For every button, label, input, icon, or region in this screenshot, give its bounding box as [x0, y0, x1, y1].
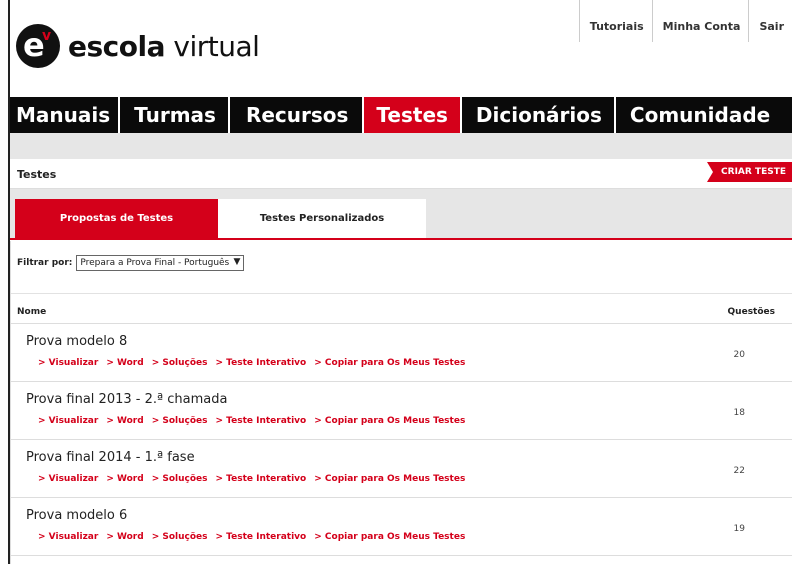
link-solucoes[interactable]: > Soluções [152, 532, 208, 542]
test-name: Prova final 2014 - 1.ª fase [26, 450, 195, 465]
column-header-nome: Nome [17, 307, 47, 317]
grey-strip-2 [10, 189, 792, 199]
grey-strip [10, 133, 792, 159]
toplink-tutoriais[interactable]: Tutoriais [578, 0, 652, 42]
link-visualizar[interactable]: > Visualizar [38, 416, 98, 426]
filter-select[interactable]: Prepara a Prova Final - Português ▼ [76, 255, 245, 271]
tab-propostas-de-testes[interactable]: Propostas de Testes [15, 199, 218, 238]
test-name: Prova modelo 8 [26, 334, 128, 349]
test-row: Prova modelo 8 > Visualizar > Word > Sol… [11, 324, 792, 382]
test-actions: > Visualizar > Word > Soluções > Teste I… [38, 474, 465, 484]
link-visualizar[interactable]: > Visualizar [38, 532, 98, 542]
test-list: Prova modelo 8 > Visualizar > Word > Sol… [11, 324, 792, 556]
logo-text: escola virtual [68, 29, 260, 63]
link-copiar[interactable]: > Copiar para Os Meus Testes [314, 474, 465, 484]
toplink-sair[interactable]: Sair [748, 0, 792, 42]
question-count: 19 [733, 524, 745, 534]
link-solucoes[interactable]: > Soluções [152, 474, 208, 484]
test-name: Prova final 2013 - 2.ª chamada [26, 392, 228, 407]
nav-item-testes[interactable]: Testes [364, 97, 462, 133]
link-teste-interativo[interactable]: > Teste Interativo [216, 532, 307, 542]
logo-badge-icon: e v [16, 24, 60, 68]
test-row: Prova modelo 6 > Visualizar > Word > Sol… [11, 498, 792, 556]
nav-item-recursos[interactable]: Recursos [230, 97, 365, 133]
question-count: 22 [733, 466, 745, 476]
toplink-minha-conta[interactable]: Minha Conta [651, 0, 749, 42]
nav-item-dicionarios[interactable]: Dicionários [462, 97, 616, 133]
question-count: 18 [733, 408, 745, 418]
filter-label: Filtrar por: [17, 258, 73, 268]
link-visualizar[interactable]: > Visualizar [38, 358, 98, 368]
site-header: e v escola virtual Tutoriais Minha Conta… [10, 0, 792, 95]
chevron-down-icon: ▼ [231, 257, 241, 267]
test-name: Prova modelo 6 [26, 508, 128, 523]
link-teste-interativo[interactable]: > Teste Interativo [216, 474, 307, 484]
link-copiar[interactable]: > Copiar para Os Meus Testes [314, 358, 465, 368]
link-word[interactable]: > Word [106, 416, 143, 426]
link-teste-interativo[interactable]: > Teste Interativo [216, 416, 307, 426]
tab-testes-personalizados[interactable]: Testes Personalizados [218, 199, 426, 238]
page-header: Testes CRIAR TESTE [10, 159, 792, 189]
link-word[interactable]: > Word [106, 532, 143, 542]
link-word[interactable]: > Word [106, 474, 143, 484]
test-actions: > Visualizar > Word > Soluções > Teste I… [38, 532, 465, 542]
filter-selected-value: Prepara a Prova Final - Português [80, 258, 230, 268]
link-teste-interativo[interactable]: > Teste Interativo [216, 358, 307, 368]
list-header: Nome Questões [11, 293, 792, 324]
escola-virtual-logo[interactable]: e v escola virtual [16, 24, 260, 68]
link-word[interactable]: > Word [106, 358, 143, 368]
nav-item-manuais[interactable]: Manuais [10, 97, 121, 133]
tabs-bar: Propostas de Testes Testes Personalizado… [10, 199, 792, 240]
filter-bar: Filtrar por: Prepara a Prova Final - Por… [17, 255, 245, 271]
test-actions: > Visualizar > Word > Soluções > Teste I… [38, 358, 465, 368]
nav-item-comunidade[interactable]: Comunidade [616, 97, 778, 133]
link-copiar[interactable]: > Copiar para Os Meus Testes [314, 532, 465, 542]
question-count: 20 [733, 350, 745, 360]
link-visualizar[interactable]: > Visualizar [38, 474, 98, 484]
link-copiar[interactable]: > Copiar para Os Meus Testes [314, 416, 465, 426]
nav-item-turmas[interactable]: Turmas [120, 97, 230, 133]
test-actions: > Visualizar > Word > Soluções > Teste I… [38, 416, 465, 426]
page-title: Testes [17, 168, 57, 181]
main-nav: Manuais Turmas Recursos Testes Dicionári… [10, 97, 792, 133]
link-solucoes[interactable]: > Soluções [152, 416, 208, 426]
test-row: Prova final 2014 - 1.ª fase > Visualizar… [11, 440, 792, 498]
content-panel: Filtrar por: Prepara a Prova Final - Por… [10, 241, 792, 564]
link-solucoes[interactable]: > Soluções [152, 358, 208, 368]
top-links: Tutoriais Minha Conta Sair [578, 0, 792, 42]
create-test-button[interactable]: CRIAR TESTE [707, 162, 792, 182]
column-header-questoes: Questões [727, 307, 775, 317]
test-row: Prova final 2013 - 2.ª chamada > Visuali… [11, 382, 792, 440]
